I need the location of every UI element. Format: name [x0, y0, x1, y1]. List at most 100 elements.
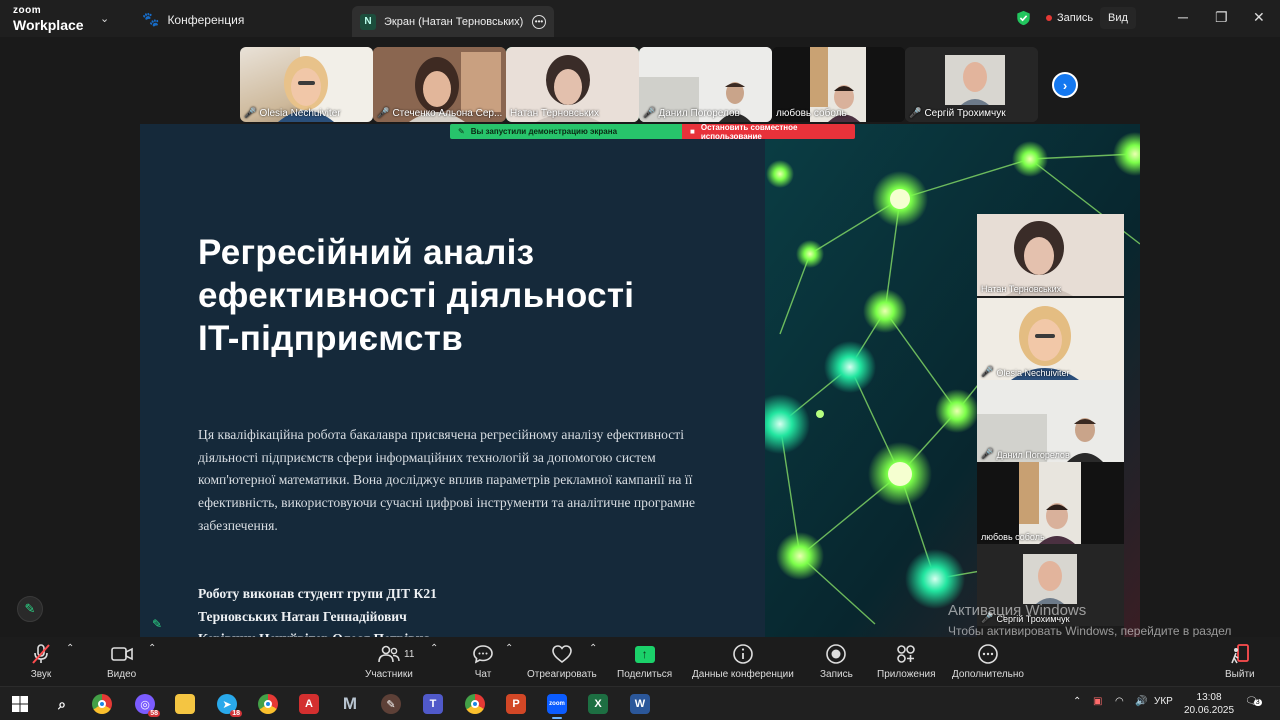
wifi-icon[interactable]: ◠: [1115, 696, 1124, 707]
conference-label: Конференция: [167, 12, 245, 27]
participants-options-caret[interactable]: ⌃: [430, 643, 438, 654]
tab-conference[interactable]: 🐾 Конференция: [142, 11, 244, 28]
view-label: Вид: [1108, 12, 1128, 24]
windows-start-icon[interactable]: [10, 694, 30, 714]
annotate-button[interactable]: ✎: [17, 596, 43, 622]
slide-title-line: ефективності діяльності: [198, 276, 635, 315]
notifications-icon[interactable]: 🗨3: [1245, 696, 1262, 707]
participant-label: Натан Терновських: [510, 108, 599, 119]
side-participant-tile[interactable]: любовь соболь: [977, 462, 1124, 544]
participant-thumb[interactable]: любовь соболь: [772, 47, 905, 122]
system-clock[interactable]: 13:08 20.06.2025: [1184, 691, 1234, 717]
info-icon: [732, 643, 754, 665]
slide-author: Роботу виконав студент групи ДІТ К21 Тер…: [198, 583, 718, 637]
share-screen-button[interactable]: ↑ Поделиться: [617, 643, 672, 680]
slide-title-line: Регресійний аналіз: [198, 233, 535, 272]
mic-muted-icon: 🎤: [909, 108, 922, 119]
leave-button[interactable]: Выйти: [1225, 643, 1255, 680]
video-button[interactable]: Видео: [107, 643, 136, 680]
participant-name: Данил Погорелов: [658, 108, 740, 119]
paw-icon: 🐾: [142, 11, 160, 27]
heart-icon: [551, 643, 573, 665]
share-label: Поделиться: [617, 669, 673, 680]
chat-options-caret[interactable]: ⌃: [505, 643, 513, 654]
chevron-down-icon[interactable]: ⌄: [100, 12, 109, 25]
apps-button[interactable]: Приложения: [877, 643, 936, 680]
zoom-logo: zoom Workplace: [13, 5, 84, 33]
participant-thumb[interactable]: Натан Терновських: [506, 47, 639, 122]
participant-thumb[interactable]: 🎤 Сергій Трохимчук: [905, 47, 1038, 122]
recording-indicator[interactable]: Запись: [1046, 12, 1093, 24]
antivirus-tray-icon[interactable]: ▣: [1093, 696, 1102, 707]
pencil-icon[interactable]: ✎: [152, 617, 162, 631]
participant-label: 🎤 Olesia Nechuiviter: [244, 108, 341, 119]
chrome-icon[interactable]: [465, 694, 485, 714]
chat-button[interactable]: Чат: [472, 643, 494, 680]
side-participant-tile[interactable]: 🎤 Olesia Nechuiviter: [977, 298, 1124, 380]
close-icon[interactable]: ✕: [1253, 9, 1265, 26]
participant-label: 🎤 Данил Погорелов: [643, 108, 740, 119]
more-button[interactable]: Дополнительно: [952, 643, 1024, 680]
video-options-caret[interactable]: ⌃: [148, 643, 156, 654]
shield-icon[interactable]: [1016, 10, 1031, 26]
participant-thumb[interactable]: 🎤 Olesia Nechuiviter: [240, 47, 373, 122]
chrome-icon[interactable]: [258, 694, 278, 714]
minimize-icon[interactable]: ─: [1178, 9, 1188, 25]
reactions-button[interactable]: Отреагировать: [527, 643, 597, 680]
word-icon[interactable]: W: [630, 694, 650, 714]
slide-title: Регресійний аналіз ефективності діяльнос…: [198, 231, 738, 360]
slide-title-line: IT-підприємств: [198, 319, 464, 358]
brand-large: Workplace: [13, 17, 84, 33]
participant-name: Натан Терновських: [510, 108, 600, 119]
telegram-icon[interactable]: ➤ 18: [217, 694, 242, 717]
participant-strip: 🎤 Olesia Nechuiviter 🎤 Стеченко Альона Сер…: [240, 47, 1040, 122]
next-page-button[interactable]: ›: [1052, 72, 1078, 98]
stop-sharing-label: Остановить совместное использование: [700, 122, 798, 141]
audio-button[interactable]: Звук: [30, 643, 52, 680]
zoom-icon[interactable]: zoom: [547, 694, 567, 719]
share-screen-icon: ↑: [634, 643, 655, 665]
excel-icon[interactable]: X: [588, 694, 608, 714]
meeting-info-label: Данные конференции: [692, 669, 794, 680]
tray-expand-icon[interactable]: ⌃: [1073, 696, 1081, 707]
sharing-started-banner: ✎ Вы запустили демонстрацию экрана: [450, 124, 682, 139]
participant-label: 🎤 Данил Погорелов: [981, 449, 1070, 460]
language-indicator[interactable]: УКР: [1154, 696, 1173, 707]
search-icon[interactable]: ⌕: [52, 694, 72, 714]
audio-label: Звук: [30, 669, 52, 680]
mic-muted-icon: 🎤: [981, 367, 994, 378]
record-button[interactable]: Запись: [820, 643, 853, 680]
pdf-reader-icon[interactable]: A: [299, 694, 319, 714]
messenger-icon[interactable]: ◎ 58: [135, 694, 160, 717]
side-participant-tile[interactable]: Натан Терновських: [977, 214, 1124, 296]
audio-options-caret[interactable]: ⌃: [66, 643, 74, 654]
maple-icon[interactable]: M: [340, 694, 360, 714]
stop-sharing-button[interactable]: ■ Остановить совместное использование: [682, 122, 855, 141]
more-icon[interactable]: •••: [532, 14, 546, 29]
reactions-options-caret[interactable]: ⌃: [589, 643, 597, 654]
video-camera-icon: [110, 643, 134, 665]
paint-icon[interactable]: ✎: [381, 694, 401, 714]
participants-count-value: 11: [404, 649, 415, 660]
participant-thumb[interactable]: 🎤 Данил Погорелов: [639, 47, 772, 122]
view-button[interactable]: Вид: [1100, 7, 1136, 29]
sharing-status-bar: ✎ Вы запустили демонстрацию экрана ■ Ост…: [450, 122, 855, 141]
participant-thumb[interactable]: 🎤 Стеченко Альона Сер...: [373, 47, 506, 122]
volume-icon[interactable]: 🔊: [1135, 696, 1147, 707]
file-explorer-icon[interactable]: [175, 694, 195, 714]
participant-name: любовь соболь: [981, 532, 1045, 542]
tab-screen-share[interactable]: N Экран (Натан Терновських) •••: [352, 6, 554, 37]
brand-small: zoom: [13, 5, 42, 16]
participants-icon: [377, 643, 401, 665]
participant-label: Натан Терновських: [981, 284, 1061, 294]
powerpoint-icon[interactable]: P: [506, 694, 526, 714]
more-label: Дополнительно: [952, 669, 1024, 680]
stop-icon: ■: [690, 127, 695, 136]
sharer-avatar: N: [360, 13, 376, 30]
more-horizontal-icon: [977, 643, 999, 665]
side-participant-tile[interactable]: 🎤 Данил Погорелов: [977, 380, 1124, 462]
teams-icon[interactable]: T: [423, 694, 443, 714]
meeting-info-button[interactable]: Данные конференции: [692, 643, 794, 680]
restore-icon[interactable]: ❐: [1215, 9, 1228, 26]
chrome-icon[interactable]: [92, 694, 112, 714]
